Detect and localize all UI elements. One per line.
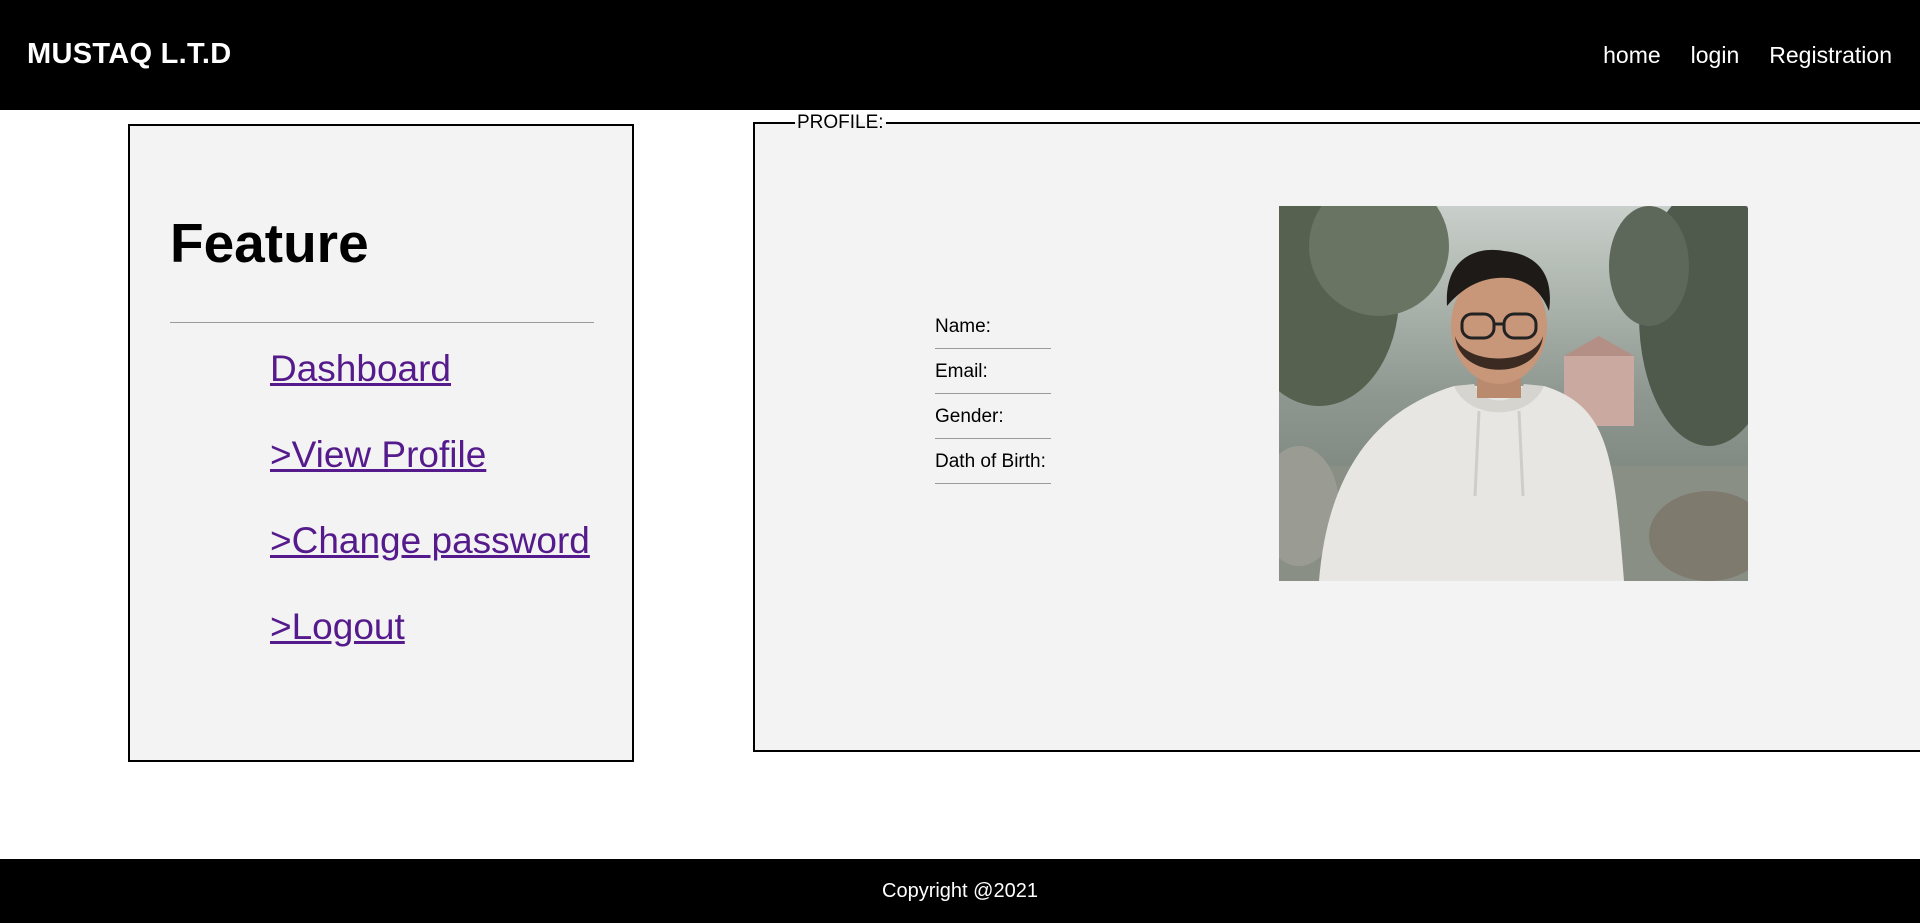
top-nav: home login Registration xyxy=(1603,42,1892,69)
copyright-text: Copyright @2021 xyxy=(882,880,1038,902)
sidebar-title: Feature xyxy=(170,212,369,274)
site-footer: Copyright @2021 xyxy=(0,859,1920,923)
sidebar-item-dashboard: Dashboard xyxy=(270,348,590,434)
feature-sidebar: Feature Dashboard >View Profile >Change … xyxy=(128,124,634,762)
name-field: Name: xyxy=(935,304,1051,349)
nav-login-link[interactable]: login xyxy=(1691,42,1740,69)
sidebar-menu: Dashboard >View Profile >Change password… xyxy=(270,348,590,692)
sidebar-item-logout: >Logout xyxy=(270,606,590,692)
sidebar-divider xyxy=(170,322,594,323)
dashboard-link[interactable]: Dashboard xyxy=(270,348,451,389)
profile-panel: PROFILE: Name: Email: Gender: Dath of Bi… xyxy=(753,112,1920,752)
brand-logo[interactable]: MUSTAQ L.T.D xyxy=(27,38,231,71)
sidebar-item-view-profile: >View Profile xyxy=(270,434,590,520)
profile-fields: Name: Email: Gender: Dath of Birth: xyxy=(935,304,1051,484)
profile-photo xyxy=(1279,206,1748,581)
profile-photo-illustration xyxy=(1279,206,1748,581)
nav-registration-link[interactable]: Registration xyxy=(1769,42,1892,69)
profile-legend: PROFILE: xyxy=(797,112,884,133)
site-header: MUSTAQ L.T.D home login Registration xyxy=(0,0,1920,110)
logout-link[interactable]: >Logout xyxy=(270,606,405,647)
change-password-link[interactable]: >Change password xyxy=(270,520,590,561)
date-of-birth-field: Dath of Birth: xyxy=(935,439,1051,484)
view-profile-link[interactable]: >View Profile xyxy=(270,434,486,475)
email-field: Email: xyxy=(935,349,1051,394)
sidebar-item-change-password: >Change password xyxy=(270,520,590,606)
gender-field: Gender: xyxy=(935,394,1051,439)
nav-home-link[interactable]: home xyxy=(1603,42,1661,69)
